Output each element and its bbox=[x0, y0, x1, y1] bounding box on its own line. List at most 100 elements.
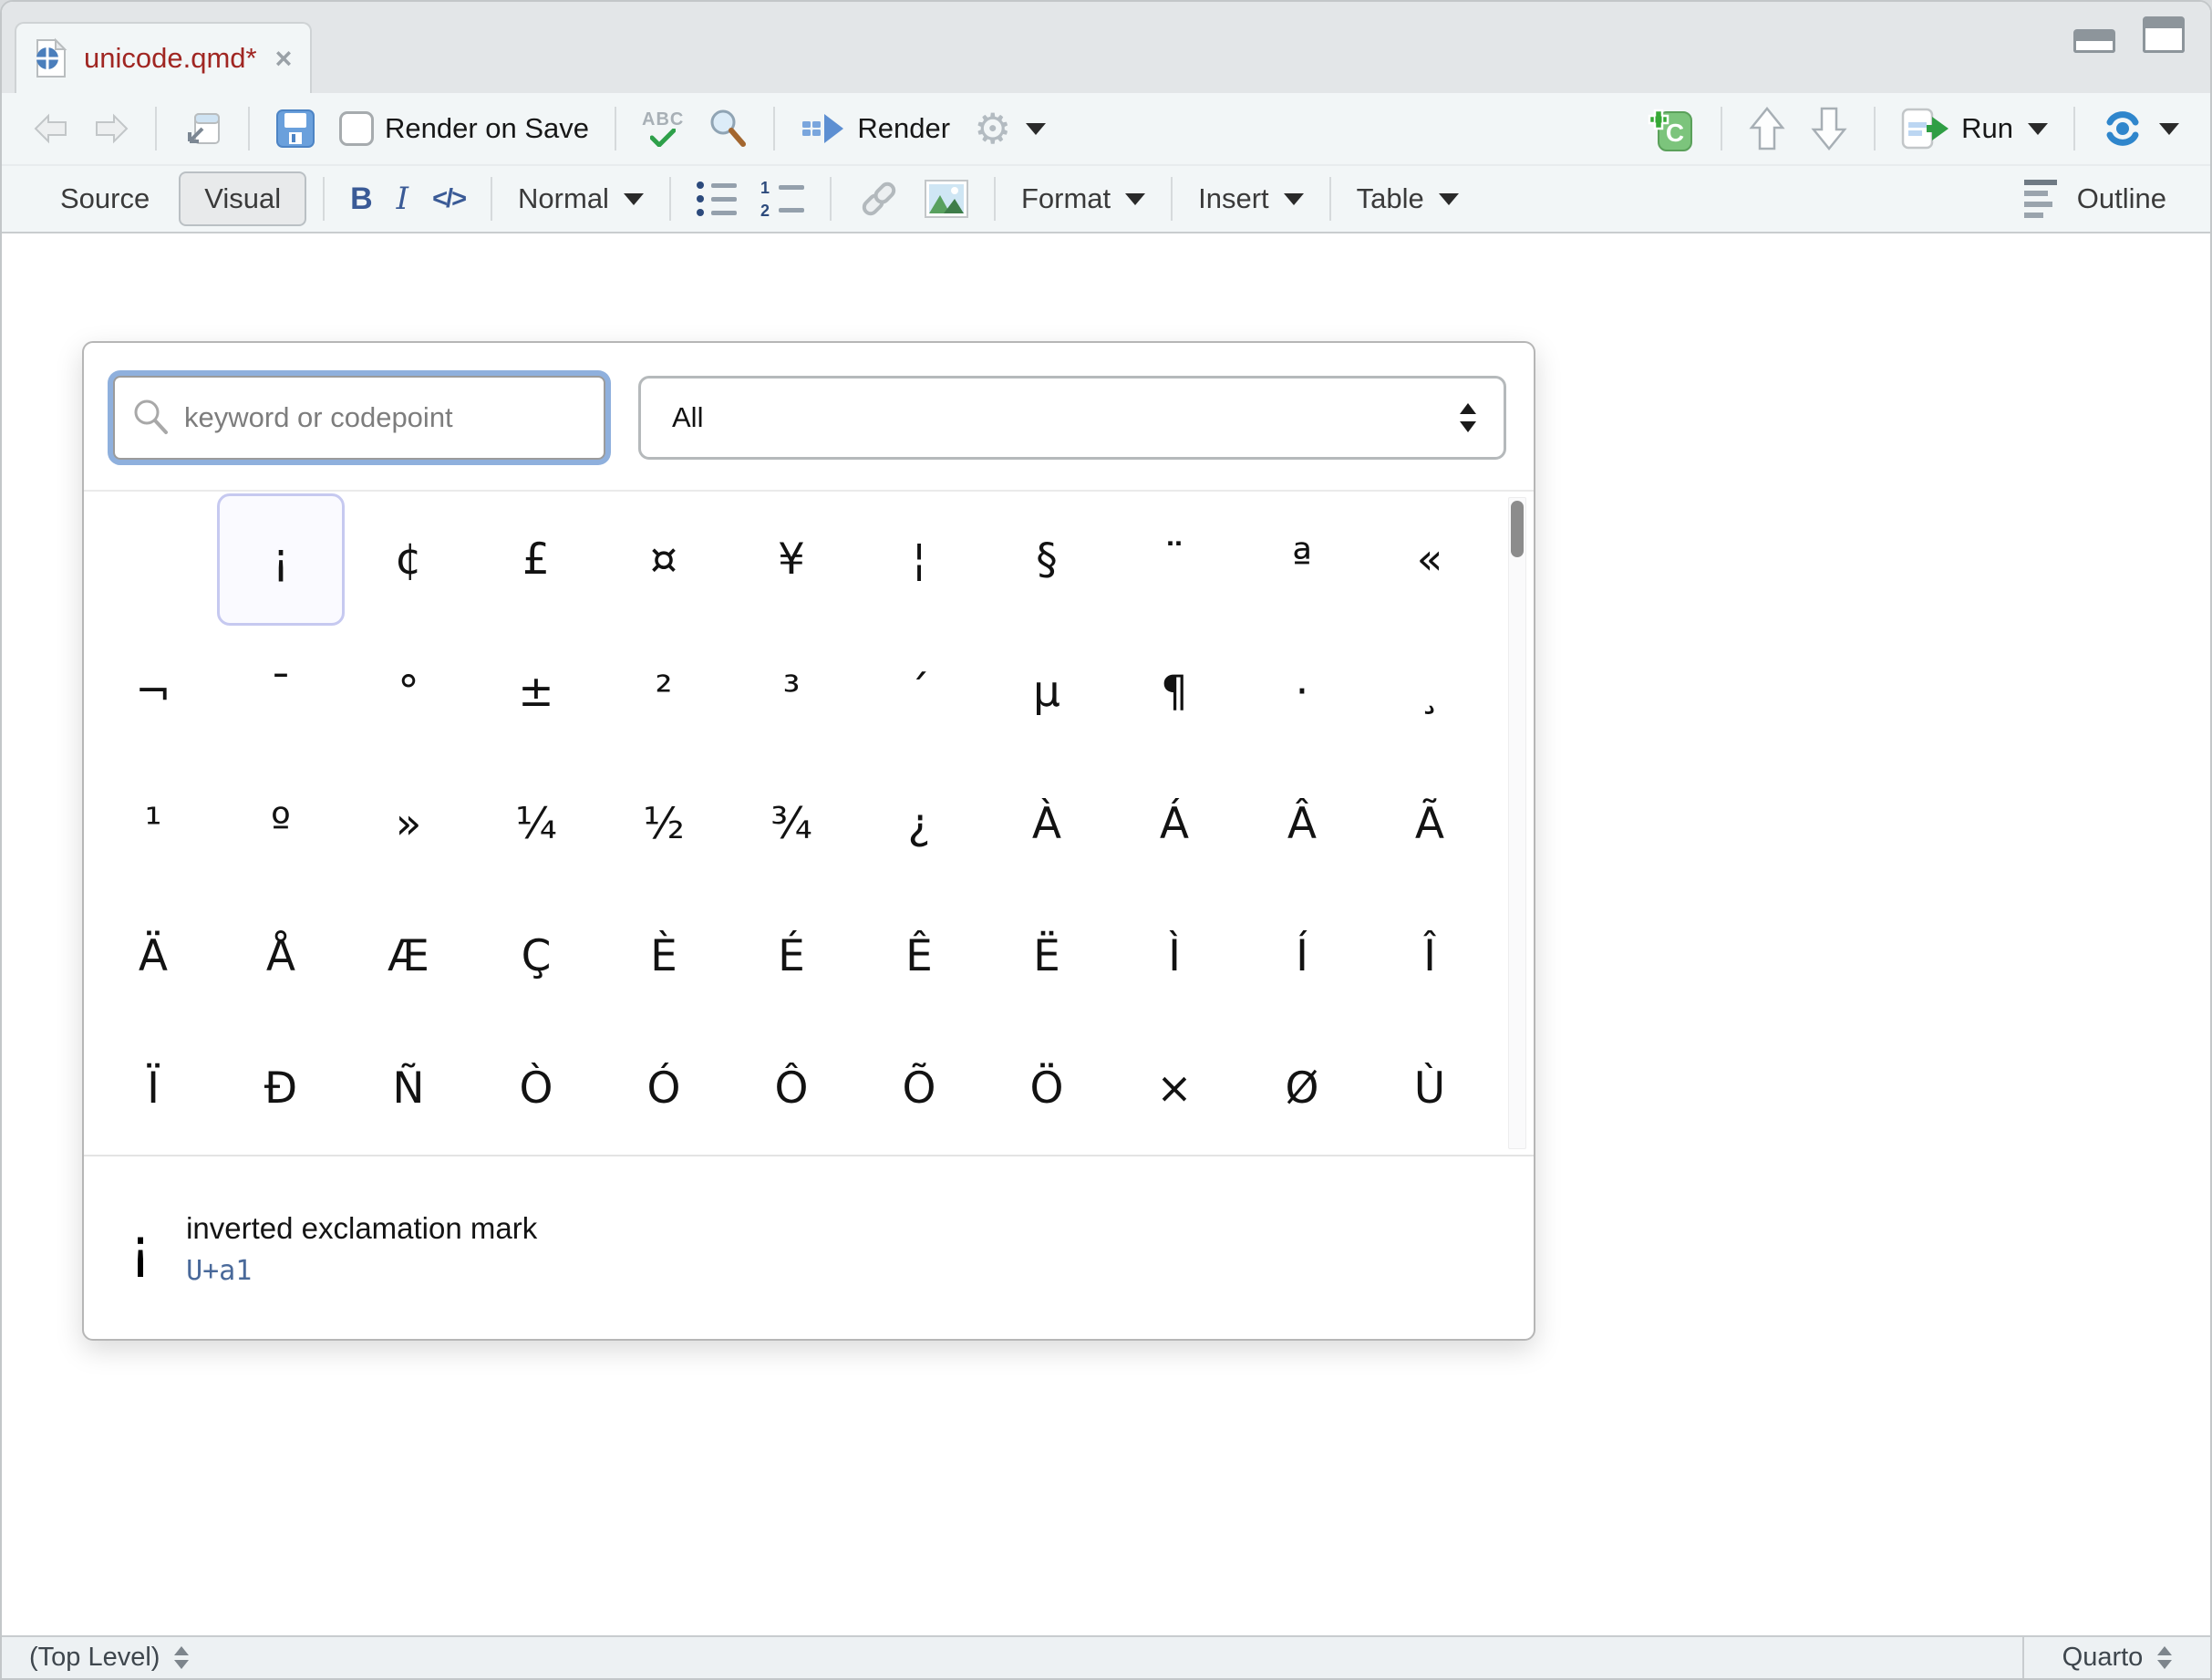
character-cell[interactable]: « bbox=[1366, 493, 1494, 626]
character-cell[interactable]: ¯ bbox=[217, 626, 345, 758]
toolbar-separator bbox=[994, 177, 996, 221]
maximize-pane-button[interactable] bbox=[2143, 16, 2185, 53]
character-cell[interactable]: Ç bbox=[472, 890, 600, 1022]
run-button[interactable]: Run bbox=[1892, 104, 2057, 153]
character-cell[interactable]: ¢ bbox=[345, 493, 472, 626]
editor-canvas[interactable]: All ¡¢£¤¥¦§¨ª« ¬¯°±²³´µ¶·¸ ¹º»¼½¾¿ÀÁÂÃ ÄÅÆÇ… bbox=[2, 233, 2210, 1635]
insert-image-button[interactable] bbox=[915, 176, 977, 222]
save-button[interactable] bbox=[266, 105, 325, 152]
character-cell[interactable]: ¤ bbox=[600, 493, 728, 626]
forward-button[interactable] bbox=[84, 109, 139, 148]
scope-selector[interactable]: (Top Level) bbox=[2, 1637, 189, 1678]
category-select[interactable]: All bbox=[638, 376, 1506, 460]
table-menu[interactable]: Table bbox=[1348, 179, 1468, 219]
character-cell[interactable]: ¡ bbox=[217, 493, 345, 626]
insert-link-button[interactable] bbox=[848, 176, 910, 222]
language-mode-selector[interactable]: Quarto bbox=[2022, 1637, 2210, 1678]
bold-button[interactable]: B bbox=[341, 178, 382, 221]
insert-menu[interactable]: Insert bbox=[1189, 179, 1313, 219]
character-cell[interactable]: ¶ bbox=[1111, 626, 1238, 758]
outline-toggle-button[interactable]: Outline bbox=[2015, 176, 2176, 222]
render-on-save-toggle[interactable]: Render on Save bbox=[330, 108, 598, 150]
visual-mode-button[interactable]: Visual bbox=[179, 171, 306, 226]
next-section-button[interactable] bbox=[1801, 103, 1857, 154]
character-cell[interactable]: Ã bbox=[1366, 758, 1494, 890]
character-cell[interactable]: » bbox=[345, 758, 472, 890]
character-cell[interactable]: Â bbox=[1238, 758, 1366, 890]
character-cell[interactable]: Ì bbox=[1111, 890, 1238, 1022]
italic-button[interactable]: I bbox=[388, 177, 418, 221]
character-cell[interactable]: Å bbox=[217, 890, 345, 1022]
minimize-pane-button[interactable] bbox=[2073, 29, 2115, 53]
character-cell[interactable]: ² bbox=[600, 626, 728, 758]
character-cell[interactable]: Ù bbox=[1366, 1022, 1494, 1155]
tab-close-icon[interactable]: × bbox=[275, 44, 293, 73]
grid-scrollbar[interactable] bbox=[1508, 497, 1526, 1149]
up-arrow-icon bbox=[1748, 107, 1786, 150]
character-cell[interactable]: £ bbox=[472, 493, 600, 626]
character-cell[interactable]: Ï bbox=[89, 1022, 217, 1155]
open-in-new-window-button[interactable] bbox=[173, 105, 232, 152]
character-cell[interactable]: ¬ bbox=[89, 626, 217, 758]
character-cell[interactable]: ° bbox=[345, 626, 472, 758]
character-cell[interactable]: ´ bbox=[855, 626, 983, 758]
render-options-button[interactable]: ⚙ bbox=[965, 104, 1055, 153]
render-on-save-checkbox[interactable] bbox=[339, 111, 374, 146]
character-cell[interactable]: Ñ bbox=[345, 1022, 472, 1155]
character-cell[interactable] bbox=[89, 493, 217, 626]
character-cell[interactable]: ¦ bbox=[855, 493, 983, 626]
character-cell[interactable]: Ê bbox=[855, 890, 983, 1022]
character-cell[interactable]: Ö bbox=[983, 1022, 1111, 1155]
character-cell[interactable]: § bbox=[983, 493, 1111, 626]
character-cell[interactable]: ½ bbox=[600, 758, 728, 890]
find-replace-button[interactable] bbox=[698, 105, 757, 152]
character-search-input[interactable] bbox=[113, 376, 605, 460]
character-cell[interactable]: Õ bbox=[855, 1022, 983, 1155]
character-cell[interactable]: É bbox=[728, 890, 855, 1022]
render-button[interactable]: Render bbox=[791, 107, 959, 150]
character-cell[interactable]: ± bbox=[472, 626, 600, 758]
paragraph-style-dropdown[interactable]: Normal bbox=[509, 179, 653, 219]
chevron-down-icon bbox=[1439, 193, 1459, 205]
character-cell[interactable]: Á bbox=[1111, 758, 1238, 890]
character-cell[interactable]: ª bbox=[1238, 493, 1366, 626]
character-cell[interactable]: µ bbox=[983, 626, 1111, 758]
character-cell[interactable]: Ä bbox=[89, 890, 217, 1022]
insert-chunk-button[interactable]: C bbox=[1638, 99, 1704, 158]
character-cell[interactable]: Ë bbox=[983, 890, 1111, 1022]
insert-menu-label: Insert bbox=[1198, 182, 1269, 215]
character-cell[interactable]: Í bbox=[1238, 890, 1366, 1022]
tab-unicode-qmd[interactable]: unicode.qmd* × bbox=[15, 22, 312, 93]
character-cell[interactable]: ¸ bbox=[1366, 626, 1494, 758]
character-cell[interactable]: ³ bbox=[728, 626, 855, 758]
spellcheck-button[interactable]: ABC bbox=[633, 107, 693, 150]
character-cell[interactable]: Ø bbox=[1238, 1022, 1366, 1155]
grid-scrollbar-thumb[interactable] bbox=[1511, 501, 1524, 557]
source-mode-button[interactable]: Source bbox=[36, 173, 173, 224]
character-cell[interactable]: ¥ bbox=[728, 493, 855, 626]
character-cell[interactable]: × bbox=[1111, 1022, 1238, 1155]
bullet-list-button[interactable] bbox=[687, 178, 746, 220]
previous-section-button[interactable] bbox=[1739, 103, 1795, 154]
run-icon bbox=[1901, 108, 1950, 150]
code-button[interactable]: </> bbox=[423, 181, 474, 218]
numbered-list-button[interactable]: 1 2 bbox=[751, 176, 813, 223]
character-cell[interactable]: ¨ bbox=[1111, 493, 1238, 626]
rerun-source-button[interactable] bbox=[2092, 106, 2188, 151]
character-cell[interactable]: º bbox=[217, 758, 345, 890]
character-cell[interactable]: ¹ bbox=[89, 758, 217, 890]
character-cell[interactable]: Ó bbox=[600, 1022, 728, 1155]
character-cell[interactable]: ¾ bbox=[728, 758, 855, 890]
character-cell[interactable]: Ô bbox=[728, 1022, 855, 1155]
character-cell[interactable]: Ð bbox=[217, 1022, 345, 1155]
character-cell[interactable]: È bbox=[600, 890, 728, 1022]
character-cell[interactable]: Æ bbox=[345, 890, 472, 1022]
character-cell[interactable]: Ò bbox=[472, 1022, 600, 1155]
character-cell[interactable]: À bbox=[983, 758, 1111, 890]
character-cell[interactable]: Î bbox=[1366, 890, 1494, 1022]
back-button[interactable] bbox=[24, 109, 78, 148]
format-menu[interactable]: Format bbox=[1012, 179, 1154, 219]
character-cell[interactable]: · bbox=[1238, 626, 1366, 758]
character-cell[interactable]: ¿ bbox=[855, 758, 983, 890]
character-cell[interactable]: ¼ bbox=[472, 758, 600, 890]
